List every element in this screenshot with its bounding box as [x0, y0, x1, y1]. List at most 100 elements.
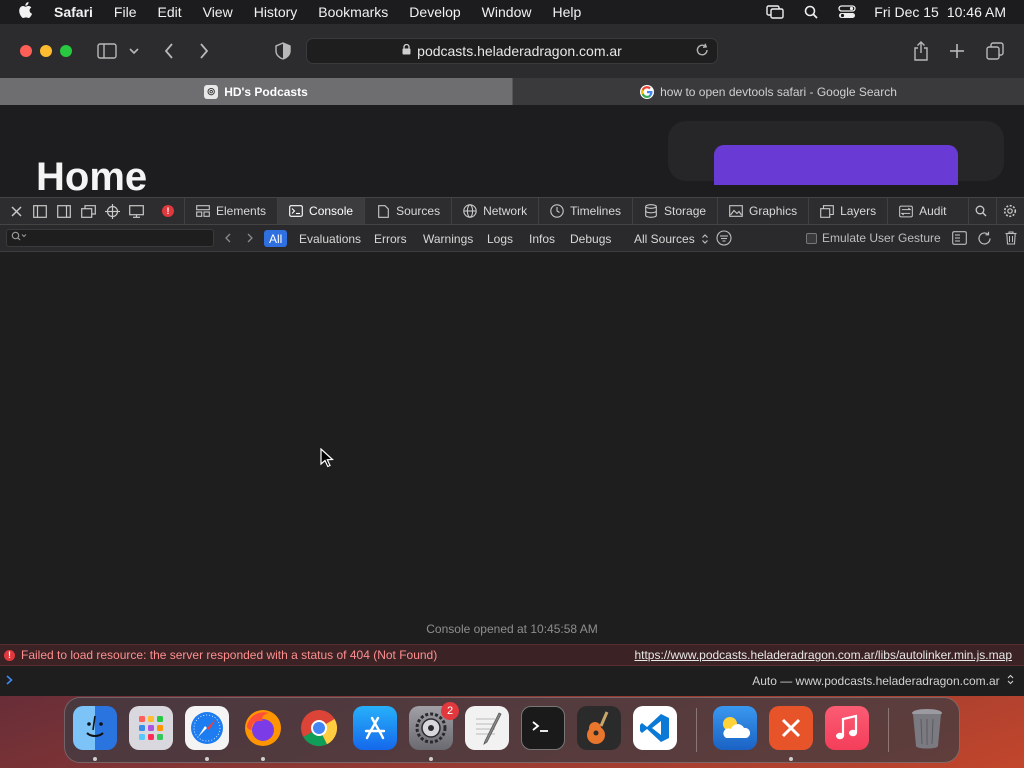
- console-filter-bar: All Evaluations Errors Warnings Logs Inf…: [0, 225, 1024, 252]
- menubar-date[interactable]: Fri Dec 15: [874, 4, 939, 20]
- console-output[interactable]: Console opened at 10:45:58 AM: [0, 252, 1024, 644]
- dock-finder-icon[interactable]: [73, 706, 117, 750]
- console-icon: [289, 204, 303, 218]
- menu-app-name[interactable]: Safari: [54, 4, 93, 20]
- dock-weather-icon[interactable]: [713, 706, 757, 750]
- new-tab-icon[interactable]: [946, 40, 968, 62]
- dock-bottom-icon[interactable]: [28, 198, 52, 224]
- error-source-link[interactable]: https://www.podcasts.heladeradragon.com.…: [634, 648, 1012, 662]
- menu-history[interactable]: History: [254, 4, 298, 20]
- devtools-tab-audit[interactable]: Audit: [887, 198, 957, 224]
- devtools-settings-gear-icon[interactable]: [996, 198, 1022, 224]
- device-settings-icon[interactable]: [124, 198, 148, 224]
- control-center-icon[interactable]: [838, 5, 856, 19]
- dock-trash-icon[interactable]: [905, 706, 949, 750]
- web-page-viewport: Home: [0, 105, 1024, 197]
- filter-level-logs[interactable]: Logs: [482, 230, 518, 247]
- close-devtools-icon[interactable]: [4, 198, 28, 224]
- menu-edit[interactable]: Edit: [157, 4, 181, 20]
- menu-bookmarks[interactable]: Bookmarks: [318, 4, 388, 20]
- address-bar[interactable]: podcasts.heladeradragon.com.ar: [306, 38, 718, 64]
- dock-right-icon[interactable]: [52, 198, 76, 224]
- chevron-down-icon[interactable]: [126, 40, 142, 62]
- dock: 2: [64, 697, 960, 763]
- filter-level-errors[interactable]: Errors: [369, 230, 412, 247]
- all-sources-select[interactable]: All Sources: [629, 230, 714, 247]
- console-prompt[interactable]: Auto — www.podcasts.heladeradragon.com.a…: [0, 666, 1024, 696]
- filter-next-icon[interactable]: [240, 229, 260, 247]
- forward-icon[interactable]: [193, 40, 215, 62]
- dock-garageband-icon[interactable]: [577, 706, 621, 750]
- dock-app-store-icon[interactable]: [353, 706, 397, 750]
- dock-terminal-icon[interactable]: [521, 706, 565, 750]
- dock-launchpad-icon[interactable]: [129, 706, 173, 750]
- emulate-checkbox[interactable]: [806, 232, 817, 244]
- dock-firefox-icon[interactable]: [241, 706, 285, 750]
- filter-level-evaluations[interactable]: Evaluations: [294, 230, 366, 247]
- devtools-tab-timelines[interactable]: Timelines: [538, 198, 632, 224]
- share-icon[interactable]: [910, 40, 932, 62]
- page-purple-banner[interactable]: [714, 145, 958, 185]
- dock-music-icon[interactable]: [825, 706, 869, 750]
- menu-window[interactable]: Window: [482, 4, 532, 20]
- privacy-shield-icon[interactable]: [272, 40, 294, 62]
- back-icon[interactable]: [158, 40, 180, 62]
- close-window-button[interactable]: [20, 45, 32, 57]
- tab-google-search[interactable]: how to open devtools safari - Google Sea…: [512, 78, 1024, 105]
- layers-icon: [820, 204, 834, 218]
- dock-vscode-icon[interactable]: [633, 706, 677, 750]
- reload-console-icon[interactable]: [976, 230, 992, 246]
- error-indicator-icon[interactable]: !: [156, 198, 180, 224]
- filter-level-warnings[interactable]: Warnings: [418, 230, 478, 247]
- audit-icon: [899, 204, 913, 218]
- timelines-icon: [550, 204, 564, 218]
- devtools-tab-elements[interactable]: Elements: [184, 198, 277, 224]
- element-picker-icon[interactable]: [100, 198, 124, 224]
- menu-view[interactable]: View: [203, 4, 233, 20]
- filter-options-icon[interactable]: [716, 230, 732, 246]
- mouse-pointer-icon: [320, 448, 334, 468]
- all-sources-label: All Sources: [634, 231, 695, 246]
- minimize-window-button[interactable]: [40, 45, 52, 57]
- devtools-tab-label: Audit: [919, 204, 947, 218]
- sidebar-toggle-icon[interactable]: [96, 40, 118, 62]
- zoom-window-button[interactable]: [60, 45, 72, 57]
- menu-help[interactable]: Help: [552, 4, 581, 20]
- devtools-search-icon[interactable]: [968, 198, 992, 224]
- dock-textedit-icon[interactable]: [465, 706, 509, 750]
- devtools-tab-layers[interactable]: Layers: [808, 198, 887, 224]
- devtools-tab-console[interactable]: Console: [277, 198, 365, 224]
- console-error-message[interactable]: ! Failed to load resource: the server re…: [0, 644, 1024, 666]
- menu-file[interactable]: File: [114, 4, 137, 20]
- filter-search-icon: [11, 231, 27, 244]
- reload-icon[interactable]: [696, 43, 709, 60]
- dock-system-settings-icon[interactable]: 2: [409, 702, 459, 750]
- execution-context-label: Auto — www.podcasts.heladeradragon.com.a…: [752, 674, 1000, 688]
- filter-level-debugs[interactable]: Debugs: [565, 230, 616, 247]
- undock-window-icon[interactable]: [76, 198, 100, 224]
- devtools-tab-graphics[interactable]: Graphics: [717, 198, 808, 224]
- dock-safari-icon[interactable]: [185, 706, 229, 750]
- dock-separator: [888, 708, 889, 752]
- tab-hds-podcasts[interactable]: ◎ HD's Podcasts: [0, 78, 512, 105]
- emulate-user-gesture-toggle[interactable]: Emulate User Gesture: [806, 231, 941, 245]
- devtools-tab-network[interactable]: Network: [451, 198, 538, 224]
- preserve-log-icon[interactable]: [951, 230, 967, 246]
- filter-previous-icon[interactable]: [218, 229, 238, 247]
- filter-level-all[interactable]: All: [264, 230, 288, 247]
- devtools-tab-sources[interactable]: Sources: [364, 198, 451, 224]
- clear-console-trash-icon[interactable]: [1003, 230, 1019, 246]
- console-filter-input[interactable]: [6, 229, 214, 247]
- tab-overview-icon[interactable]: [984, 40, 1006, 62]
- menubar-time[interactable]: 10:46 AM: [947, 4, 1006, 20]
- devtools-tab-label: Console: [309, 204, 354, 218]
- menu-develop[interactable]: Develop: [409, 4, 460, 20]
- apple-menu-icon[interactable]: [18, 1, 42, 23]
- execution-context-select[interactable]: Auto — www.podcasts.heladeradragon.com.a…: [752, 674, 1014, 688]
- filter-level-infos[interactable]: Infos: [524, 230, 560, 247]
- spotlight-search-icon[interactable]: [802, 5, 820, 19]
- dock-remote-desktop-icon[interactable]: [769, 706, 813, 750]
- devtools-tab-storage[interactable]: Storage: [632, 198, 717, 224]
- dock-chrome-icon[interactable]: [297, 706, 341, 750]
- screen-mirroring-icon[interactable]: [766, 5, 784, 19]
